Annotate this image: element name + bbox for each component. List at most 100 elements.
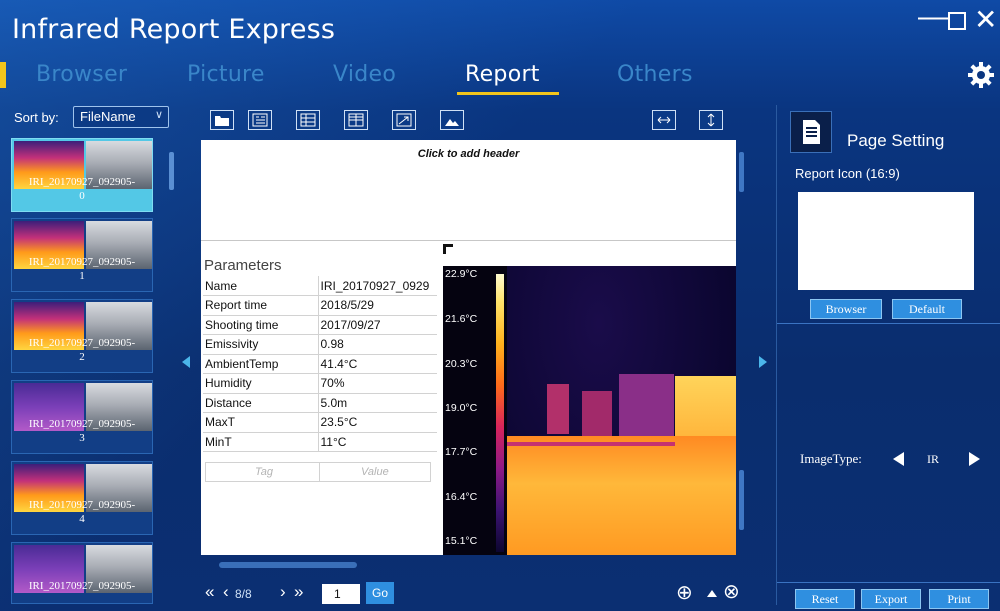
panel-divider: [776, 105, 777, 605]
param-value: 70%: [318, 373, 437, 394]
app-title: Infrared Report Express: [12, 14, 336, 45]
sidebar-scrollbar[interactable]: [169, 152, 174, 190]
insert-grid-button[interactable]: [344, 110, 368, 130]
default-button[interactable]: Default: [892, 299, 962, 319]
app-window: Infrared Report Express — ✕ Browser Pict…: [0, 0, 1000, 611]
tab-video[interactable]: Video: [333, 62, 396, 87]
thumbnail-item[interactable]: IRI_20170927_092905- 2: [11, 299, 153, 373]
table-row: Name IRI_20170927_0929: [203, 276, 437, 296]
param-key: Report time: [203, 295, 319, 316]
table-row: MaxT 23.5°C: [203, 412, 437, 433]
param-value: IRI_20170927_0929: [318, 276, 437, 296]
sort-value: FileName: [80, 109, 136, 124]
param-value: 2017/09/27: [318, 315, 437, 335]
next-page-button[interactable]: ›: [280, 582, 286, 602]
minimize-button[interactable]: —: [918, 2, 948, 32]
table-row: AmbientTemp 41.4°C: [203, 354, 437, 374]
thumbnail-caption: IRI_20170927_092905- 3: [28, 418, 136, 444]
param-key: MaxT: [203, 412, 319, 433]
first-page-button[interactable]: «: [205, 582, 214, 602]
param-value: 2018/5/29: [318, 295, 437, 316]
tag-placeholder[interactable]: Tag: [255, 466, 273, 478]
page-setting-icon-box: [790, 111, 832, 153]
table-row: Report time 2018/5/29: [203, 295, 437, 316]
active-tab-underline: [457, 92, 559, 95]
triangle-up-icon[interactable]: [707, 590, 717, 597]
thumbnail-item[interactable]: IRI_20170927_092905- 1: [11, 218, 153, 292]
table-row: MinT 11°C: [203, 432, 437, 452]
maximize-button[interactable]: [948, 6, 966, 35]
text-box-icon: [252, 113, 268, 127]
folder-icon: [215, 116, 229, 126]
param-key: MinT: [203, 432, 319, 452]
table-row: Emissivity 0.98: [203, 334, 437, 355]
export-button[interactable]: Export: [861, 589, 921, 609]
param-key: Name: [203, 276, 319, 296]
sort-label: Sort by:: [14, 110, 59, 125]
sort-dropdown[interactable]: FileName ∨: [73, 106, 169, 128]
page-number-input[interactable]: 1: [322, 584, 360, 604]
reset-button[interactable]: Reset: [795, 589, 855, 609]
insert-table-button[interactable]: [296, 110, 320, 130]
thumbnail-item[interactable]: IRI_20170927_092905-: [11, 542, 153, 604]
scale-label: 15.1°C: [445, 535, 478, 547]
vertical-scrollbar-lower[interactable]: [739, 470, 744, 530]
report-page[interactable]: Click to add header Parameters Name IRI_2…: [201, 140, 736, 555]
scale-label: 22.9°C: [445, 268, 478, 280]
scale-label: 17.7°C: [445, 446, 478, 458]
close-button[interactable]: ✕: [974, 6, 997, 34]
horizontal-scrollbar[interactable]: [219, 562, 357, 568]
prev-page-button[interactable]: ‹: [223, 582, 229, 602]
vertical-scrollbar[interactable]: [739, 152, 744, 192]
param-value: 5.0m: [318, 393, 437, 413]
crop-corner-icon: [443, 244, 453, 254]
fit-height-button[interactable]: [699, 110, 723, 130]
scale-label: 21.6°C: [445, 313, 478, 325]
insert-text-button[interactable]: [248, 110, 272, 130]
fit-width-button[interactable]: [652, 110, 676, 130]
zoom-reset-icon[interactable]: ⊗: [723, 579, 740, 604]
tab-accent-bar: [0, 62, 6, 88]
thumbnail-item[interactable]: IRI_20170927_092905- 4: [11, 461, 153, 535]
tab-picture[interactable]: Picture: [187, 62, 265, 87]
last-page-button[interactable]: »: [294, 582, 303, 602]
param-value: 41.4°C: [318, 354, 437, 374]
thermal-scene: [507, 266, 736, 555]
insert-arrow-button[interactable]: [392, 110, 416, 130]
param-value: 0.98: [318, 334, 437, 355]
print-button[interactable]: Print: [929, 589, 989, 609]
thermal-image[interactable]: 22.9°C 21.6°C 20.3°C 19.0°C 17.7°C 16.4°…: [443, 266, 736, 555]
tab-report[interactable]: Report: [465, 62, 540, 87]
table-row: Humidity 70%: [203, 373, 437, 394]
browser-button[interactable]: Browser: [810, 299, 882, 319]
table-row: Shooting time 2017/09/27: [203, 315, 437, 335]
image-type-label: ImageType:: [800, 451, 862, 466]
thumbnail-caption: IRI_20170927_092905- 4: [28, 499, 136, 525]
collapse-right-arrow-icon[interactable]: [759, 356, 767, 368]
tab-browser[interactable]: Browser: [36, 62, 127, 87]
report-header-placeholder[interactable]: Click to add header: [201, 148, 736, 160]
image-icon: [445, 119, 459, 126]
chevron-down-icon: ∨: [154, 109, 163, 121]
image-type-next-icon[interactable]: [969, 452, 980, 466]
collapse-left-arrow-icon[interactable]: [182, 356, 190, 368]
zoom-in-icon[interactable]: ⊕: [676, 580, 693, 605]
header-divider: [201, 240, 736, 241]
open-folder-button[interactable]: [210, 110, 234, 130]
thumbnail-caption: IRI_20170927_092905-: [28, 580, 136, 592]
go-button[interactable]: Go: [366, 582, 394, 604]
panel-separator: [777, 582, 1000, 583]
image-type-value: IR: [927, 452, 939, 466]
thumbnail-caption: IRI_20170927_092905- 1: [28, 256, 136, 282]
value-placeholder[interactable]: Value: [361, 466, 389, 478]
image-type-prev-icon[interactable]: [893, 452, 904, 466]
tab-others[interactable]: Others: [617, 62, 693, 87]
fit-width-icon: [657, 116, 671, 124]
report-icon-preview: [798, 192, 974, 290]
thumbnail-item[interactable]: IRI_20170927_092905- 0: [11, 138, 153, 212]
insert-image-button[interactable]: [440, 110, 464, 130]
tag-value-row[interactable]: Tag Value: [205, 462, 431, 482]
gear-icon[interactable]: [966, 60, 996, 90]
page-status: 8/8: [235, 587, 252, 601]
thumbnail-item[interactable]: IRI_20170927_092905- 3: [11, 380, 153, 454]
